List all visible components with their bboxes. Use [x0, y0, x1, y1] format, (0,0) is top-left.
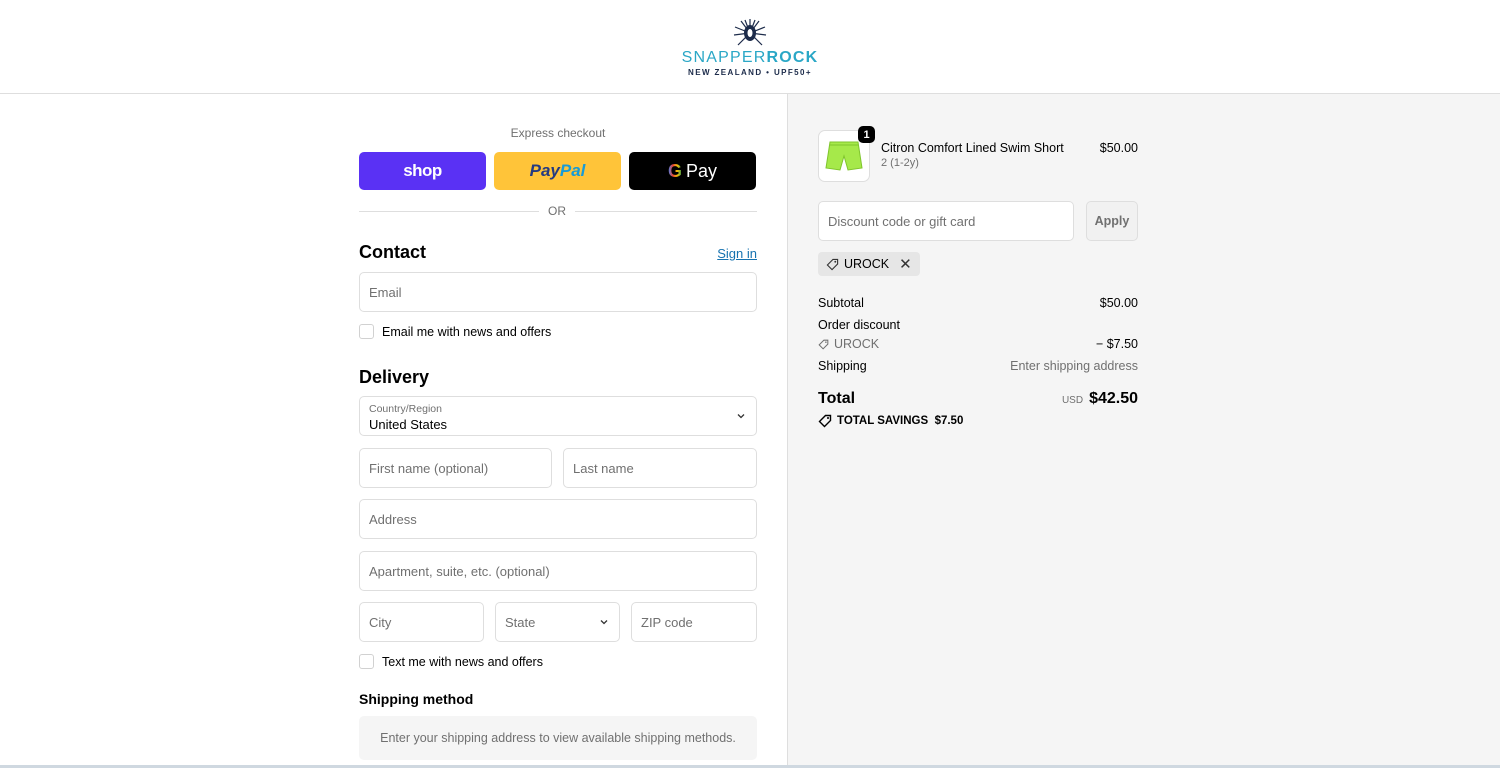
product-name: Citron Comfort Lined Swim Short [881, 141, 1064, 155]
quantity-badge: 1 [858, 126, 875, 143]
brand-logo[interactable]: SNAPPERROCK NEW ZEALAND • UPF50+ [680, 18, 820, 78]
total-savings: TOTAL SAVINGS $7.50 [818, 414, 963, 428]
email-field[interactable] [359, 272, 757, 312]
header: SNAPPERROCK NEW ZEALAND • UPF50+ [0, 0, 1500, 94]
last-name-field[interactable] [563, 448, 757, 488]
country-value: United States [369, 417, 448, 432]
address-field[interactable] [359, 499, 757, 539]
zip-input[interactable] [641, 614, 747, 630]
state-select[interactable]: State [495, 602, 620, 642]
logo-tagline: NEW ZEALAND • UPF50+ [688, 68, 812, 77]
applied-discount-chip: UROCK ✕ [818, 252, 920, 276]
sign-in-link[interactable]: Sign in [717, 246, 757, 261]
last-name-input[interactable] [573, 460, 747, 476]
state-placeholder: State [505, 614, 536, 630]
discount-input[interactable] [828, 213, 1064, 229]
delivery-heading: Delivery [359, 367, 430, 387]
product-price: $50.00 [1099, 141, 1138, 155]
shop-pay-button[interactable]: shop [359, 152, 486, 190]
applied-code: UROCK [844, 257, 890, 271]
checkbox[interactable] [359, 324, 374, 339]
country-label: Country/Region [369, 403, 442, 415]
product-variant: 2 (1-2y) [881, 157, 919, 169]
email-news-checkbox[interactable]: Email me with news and offers [359, 324, 551, 339]
country-select[interactable]: Country/Region United States [359, 396, 757, 436]
shipping-method-heading: Shipping method [359, 691, 474, 707]
swim-short-image [825, 141, 863, 171]
order-discount-row: Order discount [818, 318, 900, 332]
google-icon: G [667, 160, 682, 181]
apply-button[interactable]: Apply [1086, 201, 1138, 241]
remove-discount-icon[interactable]: ✕ [899, 255, 912, 273]
currency-label: USD [1061, 395, 1084, 406]
address-input[interactable] [369, 511, 747, 527]
city-field[interactable] [359, 602, 484, 642]
apartment-field[interactable] [359, 551, 757, 591]
city-input[interactable] [369, 614, 474, 630]
express-checkout-title: Express checkout [510, 126, 606, 140]
first-name-input[interactable] [369, 460, 542, 476]
email-input[interactable] [369, 284, 747, 300]
tag-icon [818, 414, 832, 428]
shipping-method-notice: Enter your shipping address to view avai… [359, 716, 757, 760]
checkbox[interactable] [359, 654, 374, 669]
zip-field[interactable] [631, 602, 757, 642]
subtotal-row: Subtotal $50.00 [818, 296, 1138, 310]
discount-field[interactable] [818, 201, 1074, 241]
chevron-down-icon [600, 620, 608, 625]
text-news-checkbox[interactable]: Text me with news and offers [359, 654, 543, 669]
total-row: Total USD $42.50 [818, 390, 1138, 407]
sea-urchin-icon [733, 19, 767, 46]
or-divider: OR [359, 204, 757, 220]
paypal-button[interactable]: Pay Pal [494, 152, 621, 190]
total-value: $42.50 [1089, 390, 1138, 407]
order-summary-panel [787, 94, 1500, 768]
contact-heading: Contact [359, 242, 426, 262]
chevron-down-icon [737, 414, 745, 419]
shipping-row: Shipping Enter shipping address [818, 359, 1138, 373]
google-pay-button[interactable]: G Pay [629, 152, 756, 190]
tag-icon [826, 258, 839, 270]
logo-wordmark: SNAPPERROCK [681, 49, 819, 66]
discount-code-row: UROCK − $7.50 [818, 337, 1138, 351]
tag-icon [818, 339, 829, 350]
first-name-field[interactable] [359, 448, 552, 488]
apartment-input[interactable] [369, 563, 747, 579]
